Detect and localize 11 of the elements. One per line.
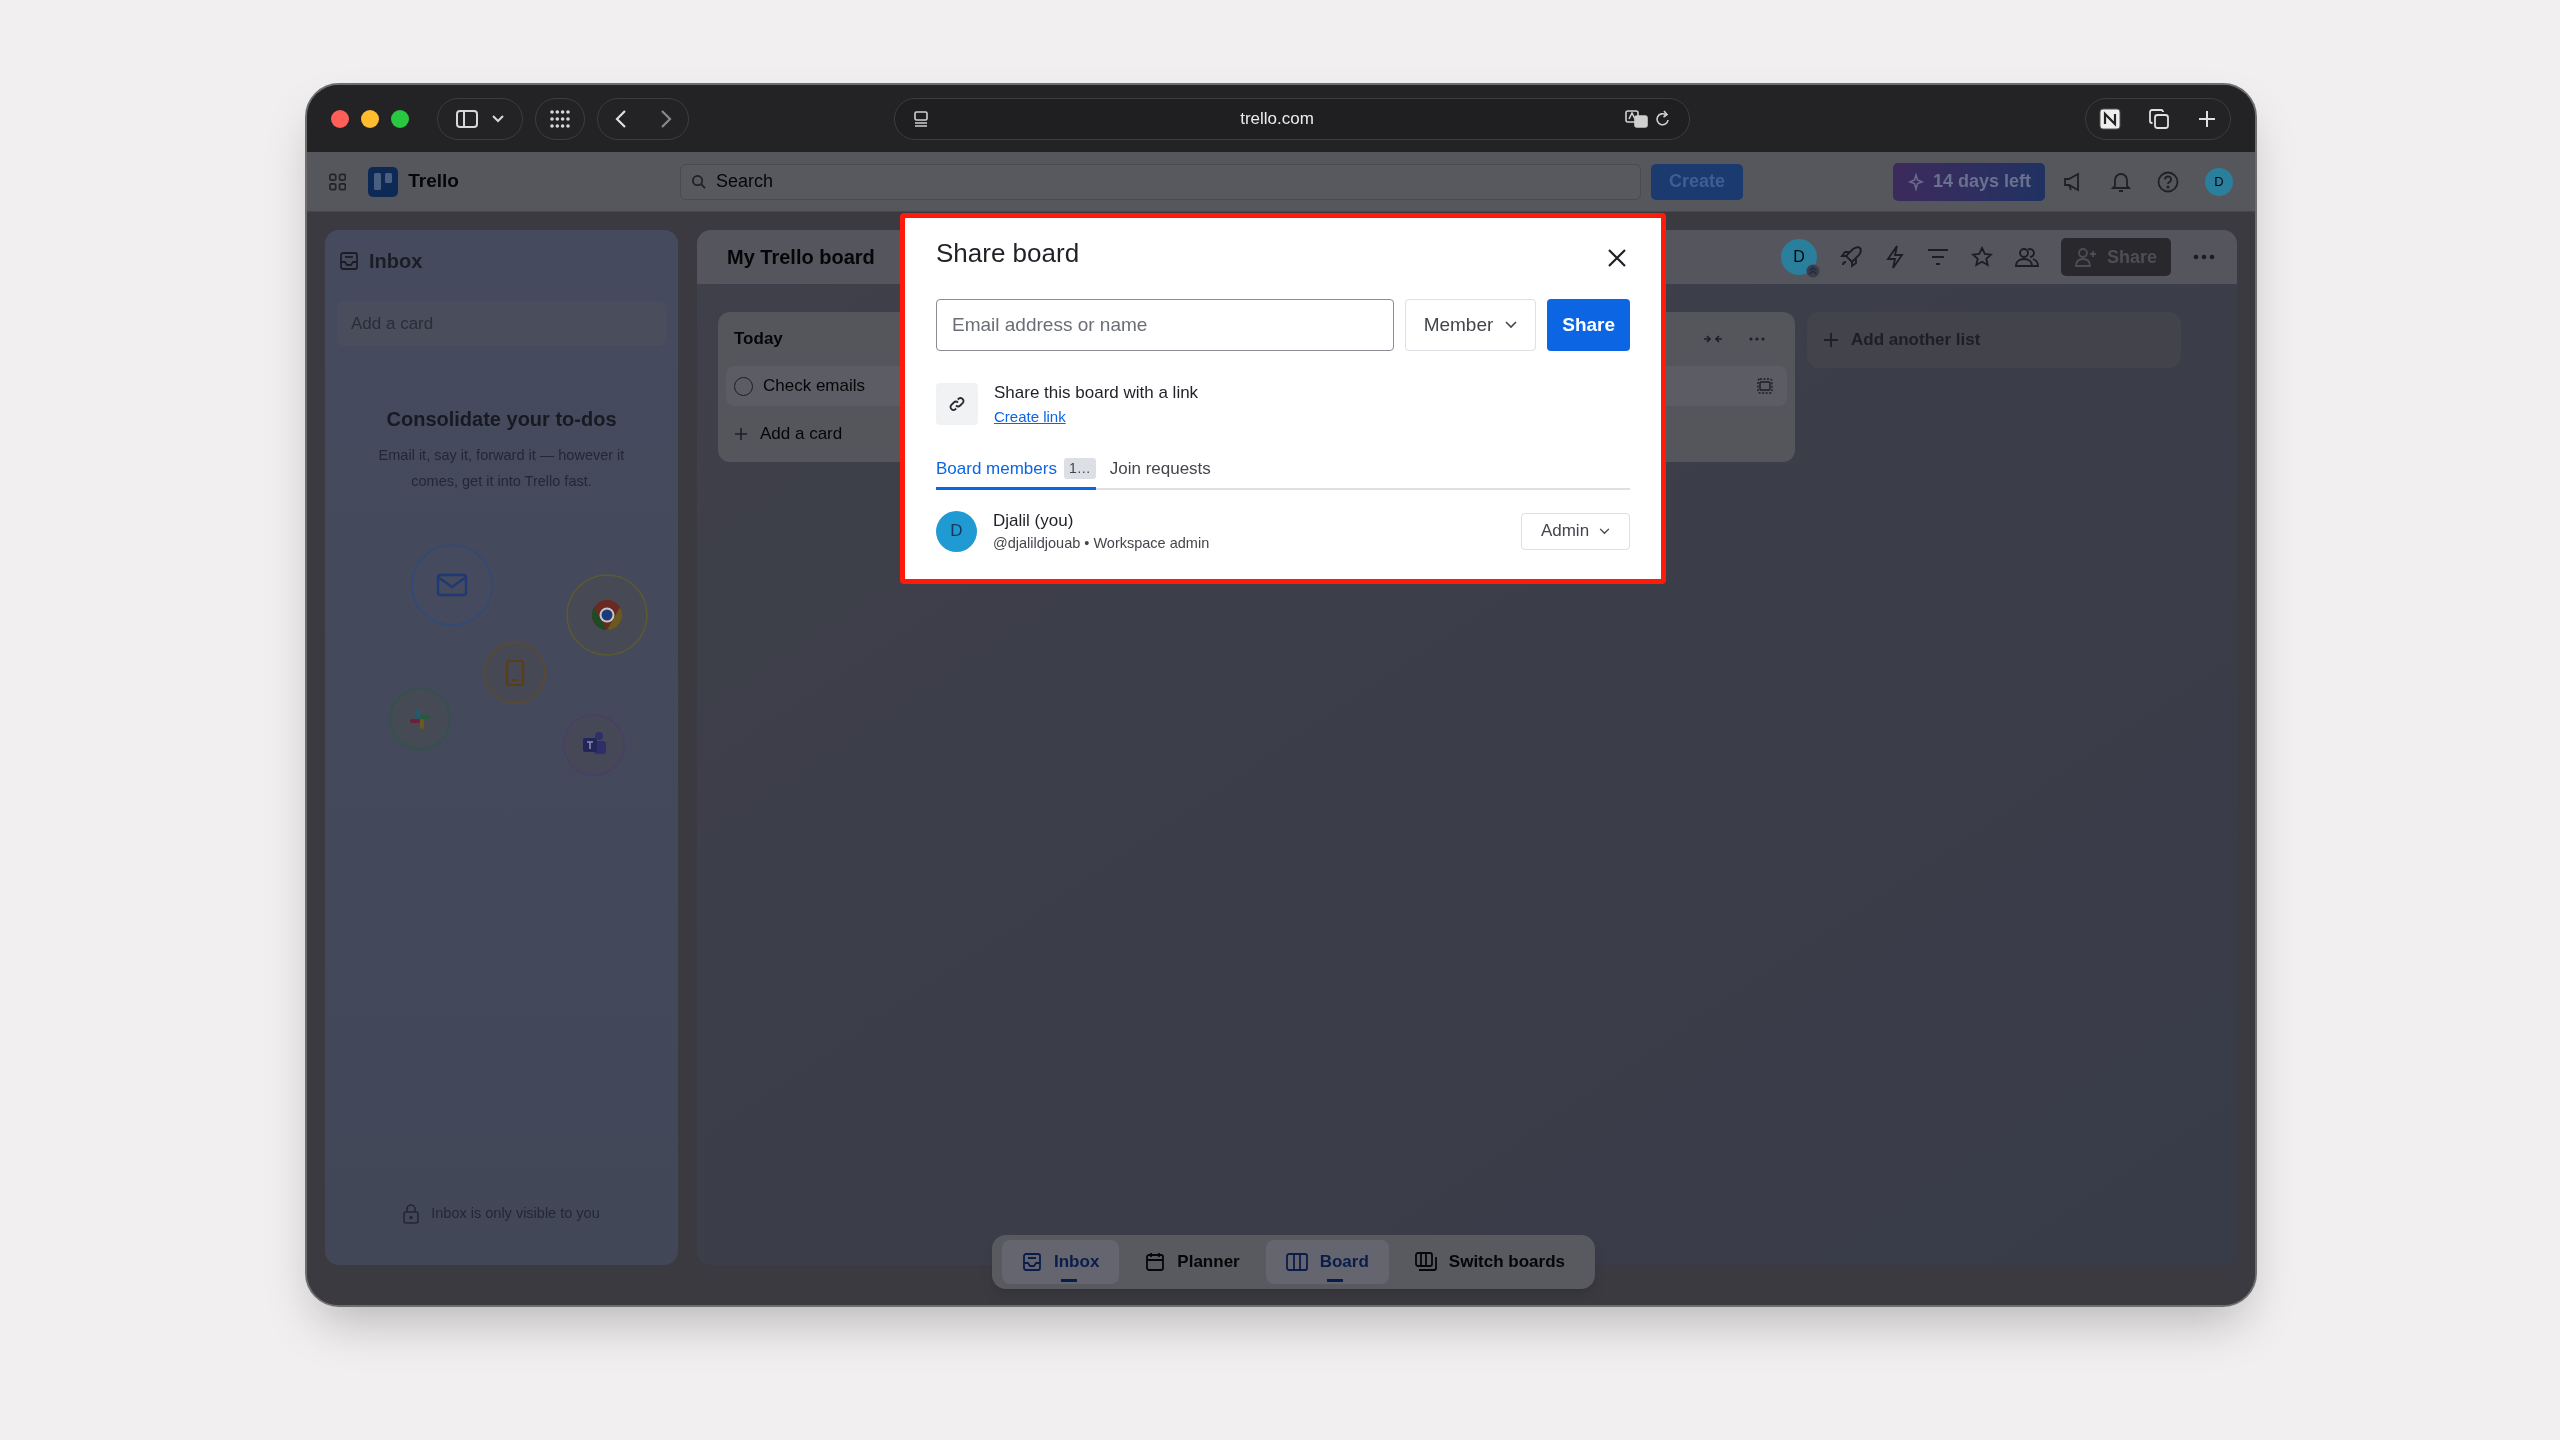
empty-state-heading: Consolidate your to-dos <box>386 407 617 432</box>
dialog-title: Share board <box>936 237 1080 270</box>
link-sharing-text: Share this board with a link <box>994 382 1199 404</box>
app-name: Trello <box>408 169 459 194</box>
member-name: Djalil (you) <box>993 509 1075 532</box>
member-avatar: D <box>936 510 977 552</box>
card-title: Check emails <box>763 375 866 398</box>
url-text: trello.com <box>1239 107 1315 130</box>
panel-title: Inbox <box>369 249 423 274</box>
member-count-badge: 1… <box>1063 458 1096 480</box>
member-details: @djalildjouab • Workspace admin <box>993 534 1210 553</box>
